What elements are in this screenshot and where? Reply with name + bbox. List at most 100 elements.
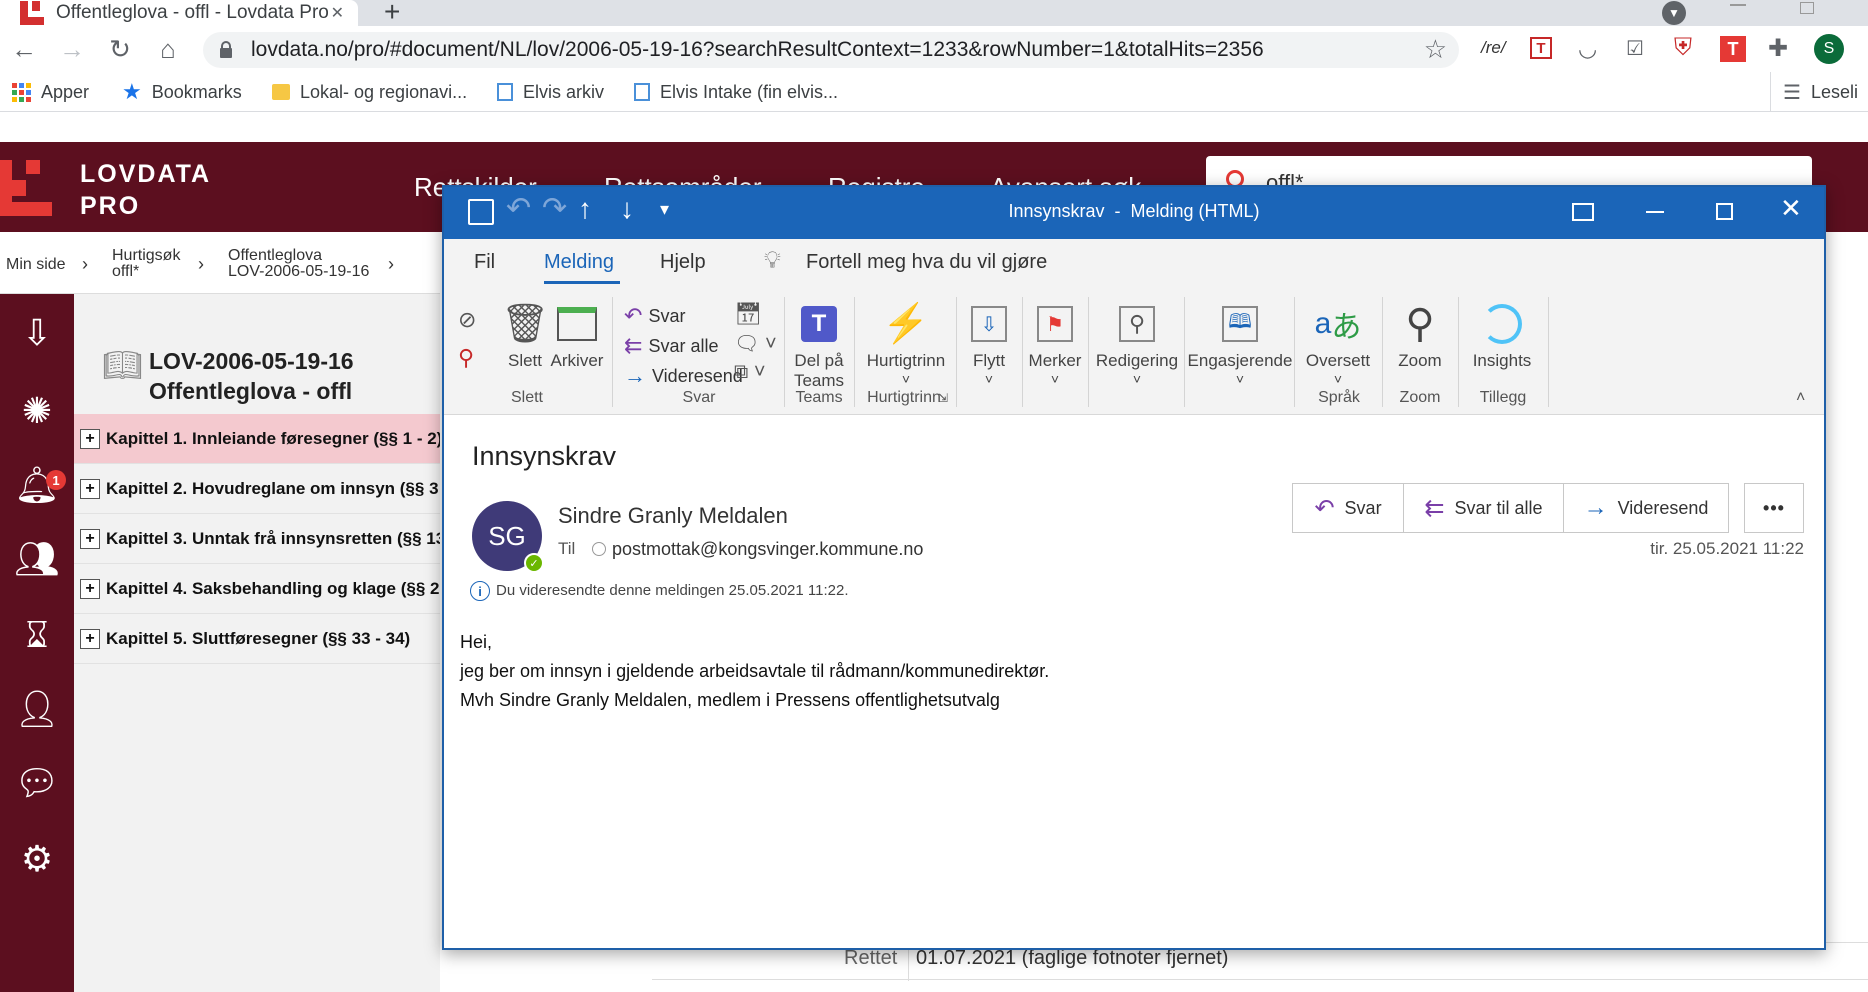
immersive-label: Engasjerende bbox=[1187, 351, 1293, 370]
bookmark-lokal[interactable]: Lokal- og regionavi... bbox=[272, 72, 467, 112]
extension-t-outline-icon[interactable]: T bbox=[1530, 37, 1552, 59]
forward-icon[interactable]: → bbox=[50, 26, 94, 72]
lovdata-logo-icon[interactable] bbox=[0, 160, 52, 216]
ribbon-separator bbox=[1022, 297, 1023, 407]
tell-me-search[interactable]: Fortell meg hva du vil gjøre bbox=[806, 251, 1047, 274]
home-icon[interactable]: ⌂ bbox=[146, 26, 190, 72]
expand-icon[interactable]: + bbox=[80, 428, 100, 449]
expand-icon[interactable]: + bbox=[80, 478, 100, 499]
reply-icon: ↶ bbox=[1314, 494, 1335, 522]
more-actions-button[interactable]: ••• bbox=[1744, 483, 1804, 533]
share-to-teams-button[interactable]: T Del på Teams bbox=[792, 297, 846, 391]
outlook-message-window: ↶ ↷ ↑ ↓ ▾ Innsynskrav - Melding (HTML) ✕… bbox=[442, 185, 1826, 950]
reply-all-action-label: Svar til alle bbox=[1454, 497, 1543, 518]
gear-icon[interactable]: ⚙ bbox=[12, 834, 62, 884]
reading-list[interactable]: ☰ Leseli bbox=[1770, 72, 1858, 112]
crumb-top: Offentleglova bbox=[228, 247, 322, 264]
ignore-icon[interactable]: ⊘ bbox=[458, 307, 476, 333]
more-icon: ••• bbox=[1763, 497, 1785, 518]
browser-tab[interactable]: Offentleglova - offl - Lovdata Pro ✕ bbox=[0, 0, 358, 26]
forward-label: Videresend bbox=[652, 365, 743, 386]
chat-bubble-icon[interactable]: 💬︎ bbox=[12, 758, 62, 808]
address-bar[interactable]: lovdata.no/pro/#document/NL/lov/2006-05-… bbox=[203, 32, 1459, 68]
reply-all-button[interactable]: ⇇ Svar alle bbox=[624, 333, 718, 359]
lightning-icon: ⚡ bbox=[882, 303, 930, 345]
dialog-launcher-icon[interactable]: ⇲ bbox=[938, 391, 948, 405]
reply-all-action-button[interactable]: ⇇ Svar til alle bbox=[1403, 483, 1564, 533]
recipient-address[interactable]: postmottak@kongsvinger.kommune.no bbox=[612, 539, 923, 560]
chevron-down-icon: ˅ bbox=[1050, 371, 1060, 387]
tab-hjelp[interactable]: Hjelp bbox=[660, 251, 706, 274]
ribbon-display-options-icon[interactable] bbox=[1572, 203, 1594, 221]
pocket-icon[interactable]: ◡ bbox=[1578, 36, 1597, 62]
breadcrumb-hurtigsok[interactable]: Hurtigsøk offl* bbox=[112, 248, 180, 280]
reply-action-button[interactable]: ↶ Svar bbox=[1292, 483, 1404, 533]
tab-close-icon[interactable]: ✕ bbox=[331, 3, 344, 23]
meeting-icon[interactable]: 📅︎ bbox=[734, 301, 762, 327]
crumb-bottom: LOV-2006-05-19-16 bbox=[228, 263, 370, 280]
expand-icon[interactable]: + bbox=[80, 628, 100, 649]
toc-chapter-2[interactable]: + Kapittel 2. Hovudreglane om innsyn (§§ … bbox=[74, 464, 440, 514]
download-tray-icon[interactable]: ⇩ bbox=[12, 308, 62, 358]
breadcrumb-min-side[interactable]: Min side bbox=[6, 256, 66, 274]
maximize-window-icon[interactable] bbox=[1716, 203, 1733, 220]
zoom-button[interactable]: ⚲ Zoom bbox=[1388, 297, 1452, 371]
breadcrumb-offentleglova[interactable]: Offentleglova LOV-2006-05-19-16 bbox=[228, 248, 369, 280]
toc-chapter-4[interactable]: + Kapittel 4. Saksbehandling og klage (§§… bbox=[74, 564, 440, 614]
move-button[interactable]: ⇩ Flytt ˅ bbox=[962, 297, 1016, 387]
bookmark-bookmarks[interactable]: ★ Bookmarks bbox=[122, 72, 242, 112]
lovdata-logo-text[interactable]: LOVDATA PRO bbox=[80, 158, 211, 222]
bookmark-elvis-arkiv[interactable]: Elvis arkiv bbox=[497, 72, 604, 112]
user-icon[interactable]: 👤︎ bbox=[12, 684, 62, 734]
bookmark-apper[interactable]: Apper bbox=[12, 72, 89, 112]
users-icon[interactable]: 👥︎ bbox=[12, 534, 62, 584]
page-icon bbox=[634, 83, 650, 101]
extensions-puzzle-icon[interactable]: ✚ bbox=[1768, 34, 1788, 63]
back-icon[interactable]: ← bbox=[2, 26, 46, 72]
archive-button[interactable]: Arkiver bbox=[550, 297, 604, 371]
asterisk-icon[interactable]: ✺ bbox=[12, 386, 62, 436]
tab-search-icon[interactable]: ▼ bbox=[1662, 1, 1686, 25]
reload-icon[interactable]: ↻ bbox=[98, 26, 142, 72]
delete-button[interactable]: 🗑︎ Slett bbox=[501, 297, 549, 371]
hourglass-icon[interactable]: ⌛︎ bbox=[12, 610, 62, 660]
reply-button[interactable]: ↶ Svar bbox=[624, 303, 685, 329]
ribbon-separator bbox=[956, 297, 957, 407]
expand-icon[interactable]: + bbox=[80, 578, 100, 599]
immersive-reader-button[interactable]: 🕮︎ Engasjerende ˅ bbox=[1187, 297, 1293, 387]
insights-button[interactable]: Insights bbox=[1464, 297, 1540, 371]
chevron-down-icon: ˅ bbox=[984, 371, 994, 387]
new-tab-button[interactable]: + bbox=[384, 0, 400, 28]
restore-icon[interactable] bbox=[1800, 2, 1814, 14]
quick-steps-button[interactable]: ⚡ Hurtigtrinn ˅ bbox=[860, 297, 952, 387]
tags-button[interactable]: ⚑ Merker ˅ bbox=[1028, 297, 1082, 387]
toc-chapter-3[interactable]: + Kapittel 3. Unntak frå innsynsretten (§… bbox=[74, 514, 440, 564]
more-respond-icon[interactable]: ⧉ ˅ bbox=[734, 361, 766, 384]
sender-name[interactable]: Sindre Granly Meldalen bbox=[558, 503, 788, 529]
toc-chapter-5[interactable]: + Kapittel 5. Sluttføresegner (§§ 33 - 34… bbox=[74, 614, 440, 664]
expand-icon[interactable]: + bbox=[80, 528, 100, 549]
forward-action-button[interactable]: → Videresend bbox=[1563, 483, 1729, 533]
tab-melding[interactable]: Melding bbox=[544, 251, 614, 274]
extension-re[interactable]: /re/ bbox=[1481, 38, 1506, 58]
find-icon: ⚲ bbox=[1119, 297, 1155, 351]
minimize-window-icon[interactable] bbox=[1646, 211, 1664, 213]
shield-icon[interactable]: ⛨ bbox=[1674, 34, 1692, 62]
close-window-icon[interactable]: ✕ bbox=[1780, 193, 1802, 224]
collapse-ribbon-icon[interactable]: ˄ bbox=[1796, 389, 1805, 407]
ribbon: ⊘ ⚲ 🗑︎ Slett Arkiver Slett ↶ Svar ⇇ Svar a… bbox=[444, 289, 1824, 415]
tab-fil[interactable]: Fil bbox=[474, 251, 495, 274]
editing-button[interactable]: ⚲ Redigering ˅ bbox=[1094, 297, 1180, 387]
im-reply-icon[interactable]: 🗨︎ ˅ bbox=[734, 331, 777, 356]
forward-button[interactable]: → Videresend bbox=[624, 363, 743, 389]
toc-chapter-1[interactable]: + Kapittel 1. Innleiande føresegner (§§ 1… bbox=[74, 414, 440, 464]
inbox-check-icon[interactable]: ☑ bbox=[1626, 36, 1644, 61]
extension-t-filled-icon[interactable]: T bbox=[1720, 36, 1746, 62]
minimize-icon[interactable] bbox=[1730, 4, 1746, 6]
translate-button[interactable]: aあ Oversett ˅ bbox=[1300, 297, 1376, 387]
cleanup-icon[interactable]: ⚲ bbox=[458, 345, 474, 371]
logo-line1: LOVDATA bbox=[80, 160, 212, 188]
bookmark-star-icon[interactable]: ☆ bbox=[1424, 34, 1447, 65]
bookmark-elvis-intake[interactable]: Elvis Intake (fin elvis... bbox=[634, 72, 838, 112]
profile-avatar[interactable]: S bbox=[1814, 34, 1844, 64]
